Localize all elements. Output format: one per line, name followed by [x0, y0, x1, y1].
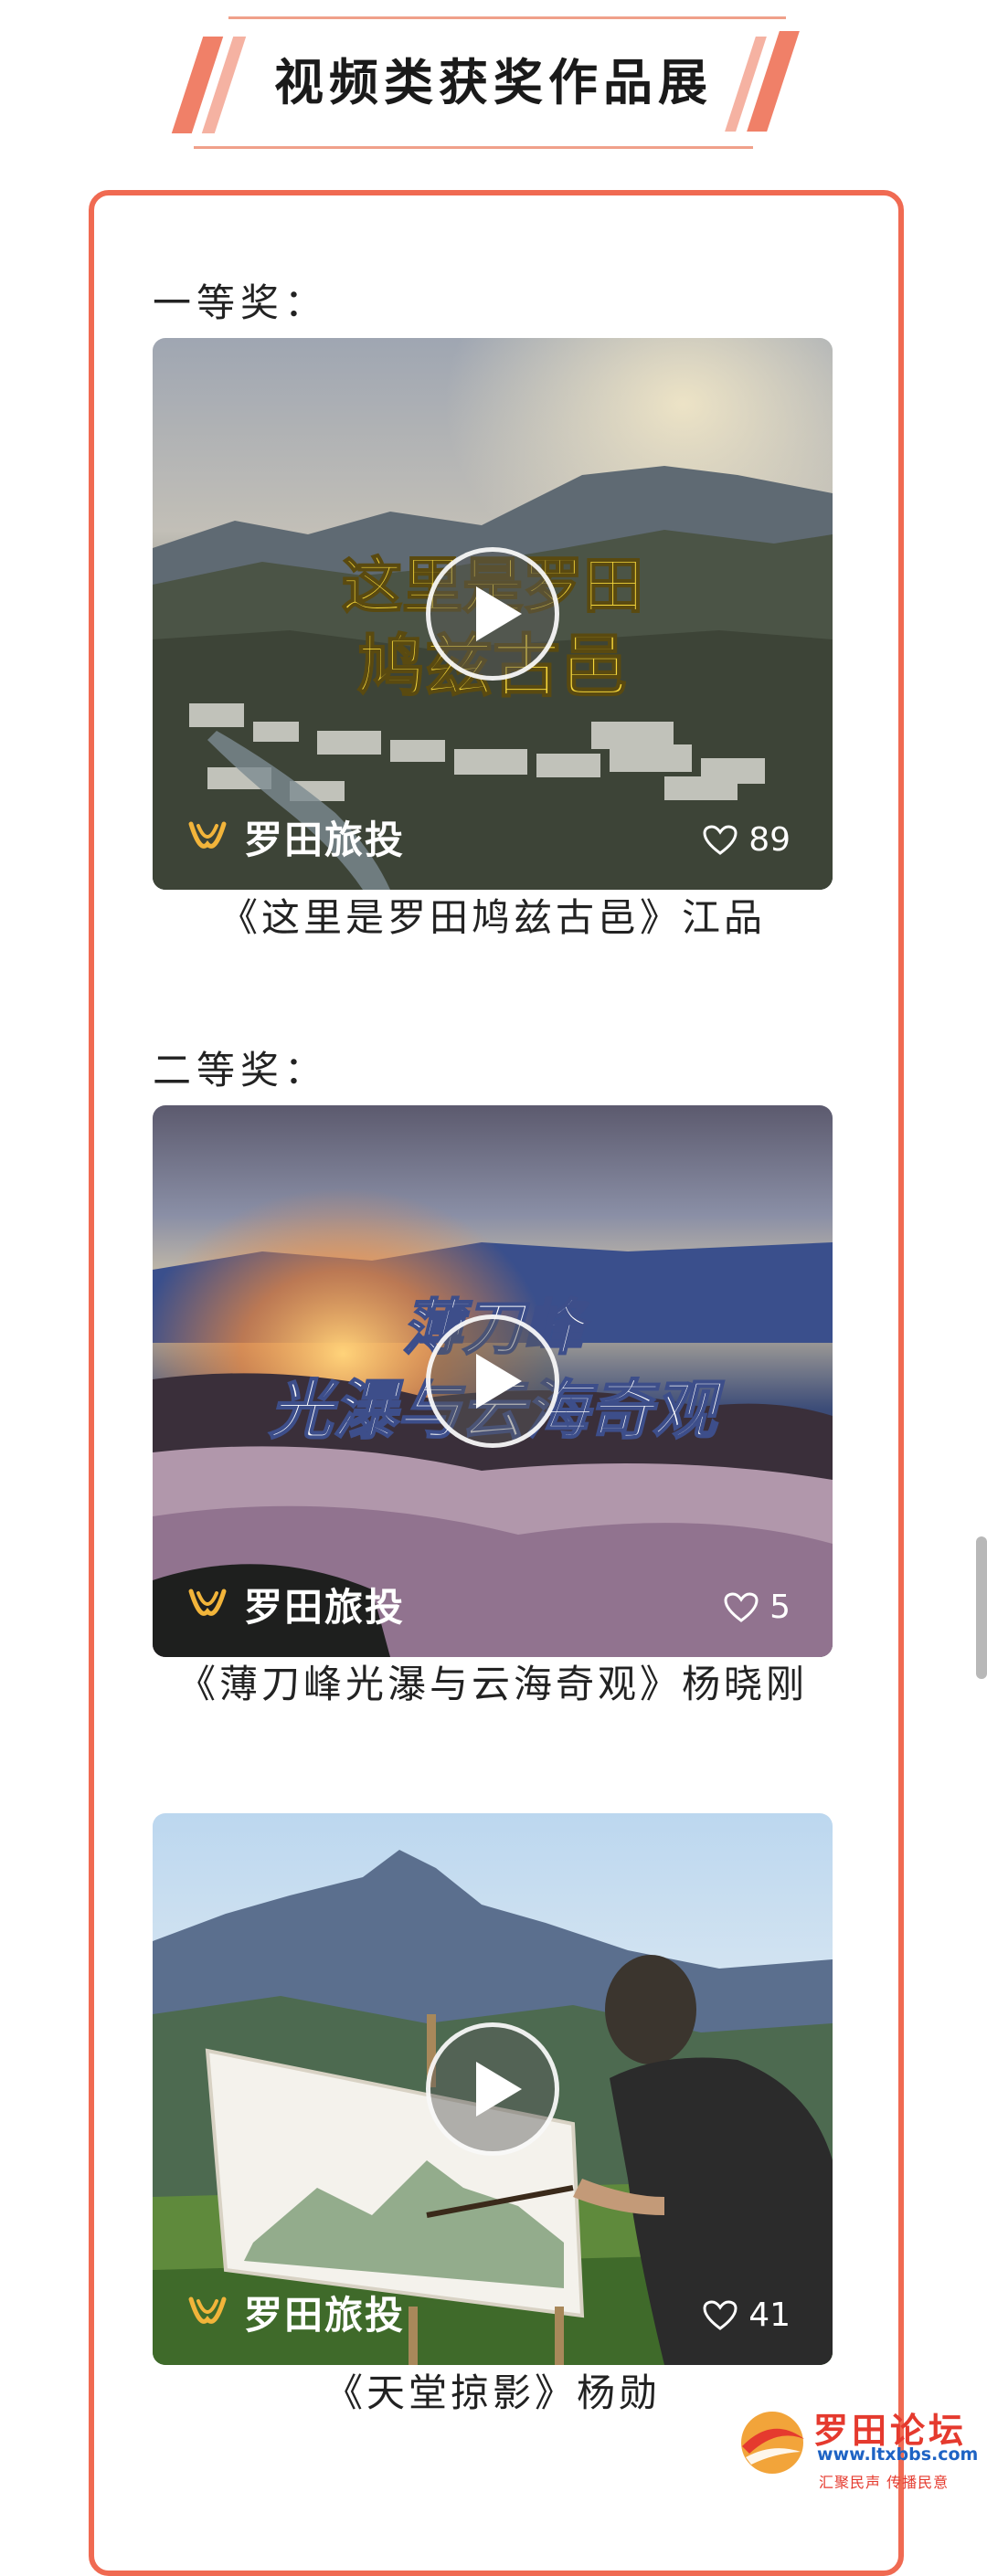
- forum-watermark: 罗田论坛 www.ltxbbs.com 汇聚民声 传播民意: [729, 2393, 987, 2499]
- heart-icon: [703, 2299, 738, 2330]
- section-banner: 视频类获奖作品展: [0, 0, 987, 164]
- forum-logo-icon: [741, 2412, 804, 2474]
- play-button-icon[interactable]: [426, 547, 559, 681]
- like-count: 89: [748, 821, 791, 859]
- work-caption-1: 《这里是罗田鸠兹古邑》江品: [218, 895, 766, 940]
- video-brand: 罗田旅投: [187, 2285, 405, 2339]
- like-counter[interactable]: 41: [703, 2296, 791, 2334]
- brand-name: 罗田旅投: [244, 817, 406, 862]
- work-caption-2: 《薄刀峰光瀑与云海奇观》杨晓刚: [176, 1662, 808, 1706]
- like-count: 41: [748, 2296, 791, 2334]
- video-card-1[interactable]: 这里是罗田 鸠兹古邑 罗田旅投 89: [153, 338, 833, 890]
- like-counter[interactable]: 89: [703, 821, 791, 859]
- heart-icon: [724, 1591, 759, 1622]
- video-brand: 罗田旅投: [187, 809, 405, 864]
- play-button-icon[interactable]: [426, 1314, 559, 1448]
- banner-bottom-line: [194, 146, 753, 149]
- banner-top-line: [228, 16, 786, 19]
- scrollbar-thumb[interactable]: [976, 1536, 987, 1679]
- play-button-icon[interactable]: [426, 2022, 559, 2156]
- page-title: 视频类获奖作品展: [274, 54, 713, 111]
- brand-name: 罗田旅投: [244, 1584, 406, 1630]
- like-count: 5: [769, 1589, 791, 1626]
- heart-icon: [703, 824, 738, 855]
- brand-name: 罗田旅投: [244, 2292, 406, 2338]
- brand-logo-icon: [188, 821, 227, 849]
- video-card-3[interactable]: 罗田旅投 41: [153, 1813, 833, 2365]
- prize-label-first: 一等奖：: [153, 280, 329, 325]
- forum-slogan: 汇聚民声 传播民意: [819, 2474, 950, 2491]
- video-card-2[interactable]: 薄刀峰 光瀑与云海奇观 罗田旅投 5: [153, 1105, 833, 1657]
- brand-logo-icon: [188, 2296, 227, 2324]
- like-counter[interactable]: 5: [724, 1589, 791, 1626]
- forum-url: www.ltxbbs.com: [817, 2444, 979, 2465]
- prize-label-second: 二等奖：: [153, 1048, 329, 1093]
- brand-logo-icon: [188, 1589, 227, 1616]
- video-brand: 罗田旅投: [187, 1577, 405, 1631]
